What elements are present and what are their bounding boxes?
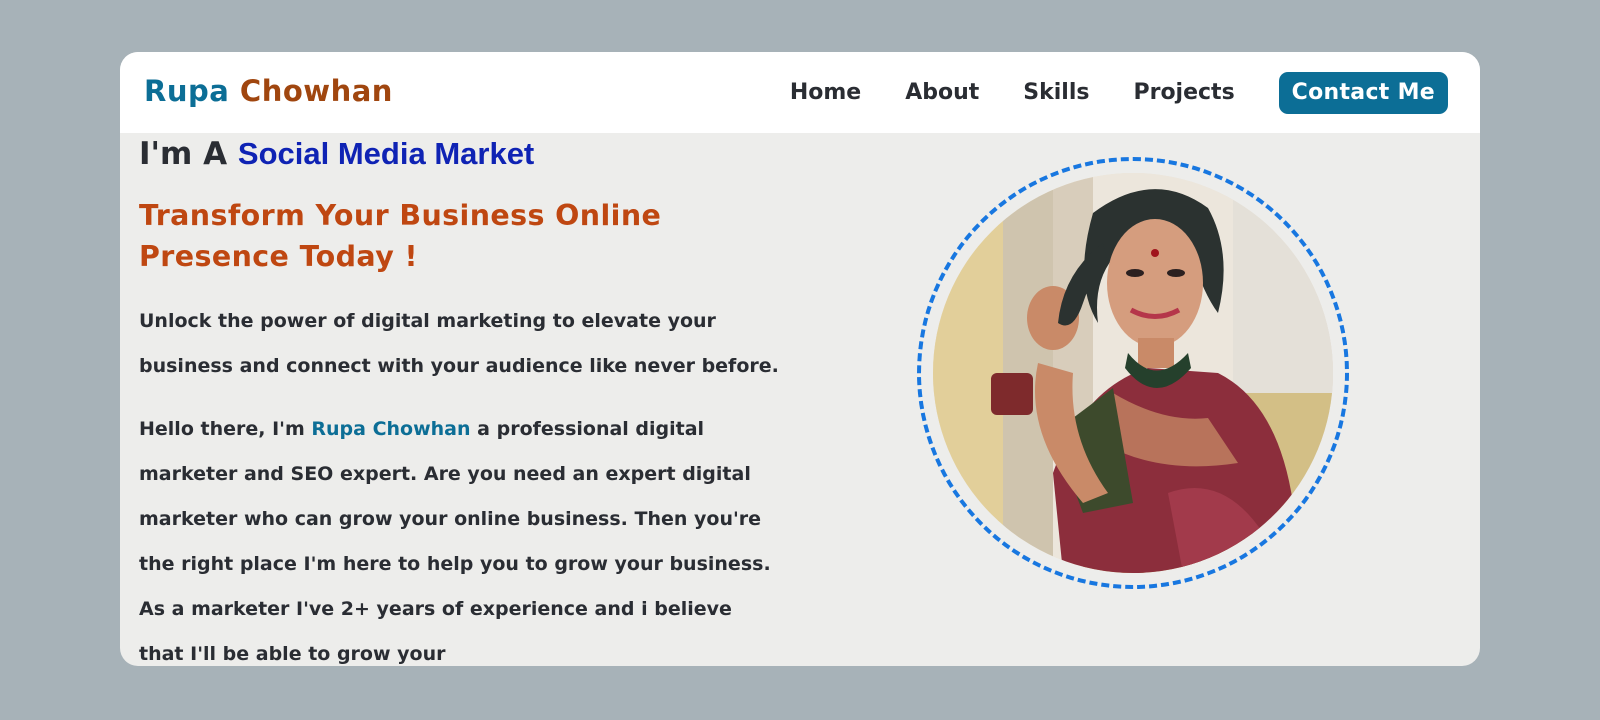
hero-bio-text: Hello there, I'm Rupa Chowhan a professi… bbox=[139, 407, 779, 666]
page-window: Rupa Chowhan Home About Skills Projects … bbox=[120, 52, 1480, 666]
nav-links: Home About Skills Projects Contact Me bbox=[790, 72, 1448, 114]
nav-projects-link[interactable]: Projects bbox=[1133, 72, 1234, 114]
role-typed-text: Social Media Market bbox=[237, 136, 535, 171]
navbar: Rupa Chowhan Home About Skills Projects … bbox=[120, 52, 1480, 133]
brand-last-name: Chowhan bbox=[239, 74, 393, 108]
bio-body: a professional digital marketer and SEO … bbox=[139, 418, 771, 665]
role-prefix: I'm A bbox=[139, 136, 228, 172]
bio-name: Rupa Chowhan bbox=[311, 418, 471, 440]
nav-about-link[interactable]: About bbox=[905, 72, 979, 114]
brand-logo[interactable]: Rupa Chowhan bbox=[144, 74, 393, 108]
nav-home-link[interactable]: Home bbox=[790, 72, 861, 114]
bio-prefix: Hello there, I'm bbox=[139, 418, 305, 440]
role-heading: I'm A Social Media Market bbox=[139, 136, 534, 172]
hero-intro-text: Unlock the power of digital marketing to… bbox=[139, 310, 779, 377]
portrait-ring bbox=[917, 157, 1349, 589]
nav-skills-link[interactable]: Skills bbox=[1023, 72, 1089, 114]
brand-first-name: Rupa bbox=[144, 74, 230, 108]
hero-headline: Transform Your Business Online Presence … bbox=[139, 199, 662, 273]
contact-me-button[interactable]: Contact Me bbox=[1278, 72, 1448, 114]
profile-photo bbox=[933, 173, 1333, 573]
